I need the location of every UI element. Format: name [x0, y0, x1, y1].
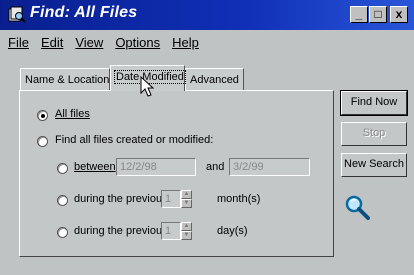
previous-days-label: during the previous: [74, 225, 168, 237]
new-search-button[interactable]: New Search: [341, 153, 407, 177]
between-start-field[interactable]: 12/2/98: [116, 158, 196, 176]
spin-up-icon[interactable]: ▲: [181, 222, 192, 231]
find-created-modified-label: Find all files created or modified:: [55, 134, 214, 146]
menu-bar: File Edit View Options Help: [0, 31, 414, 53]
radio-find-created-modified[interactable]: [37, 136, 48, 147]
days-field[interactable]: 1: [161, 222, 181, 240]
menu-file[interactable]: File: [8, 31, 29, 53]
find-now-button[interactable]: Find Now: [340, 90, 408, 116]
minimize-button[interactable]: _: [350, 6, 368, 23]
all-files-label: All files: [55, 108, 90, 120]
menu-options[interactable]: Options: [115, 31, 160, 53]
mouse-pointer-icon: [140, 76, 155, 97]
close-button[interactable]: x: [390, 6, 408, 23]
tab-name-location[interactable]: Name & Location: [20, 68, 110, 91]
radio-previous-days[interactable]: [57, 227, 68, 238]
between-end-field[interactable]: 3/2/99: [229, 158, 310, 176]
days-unit-label: day(s): [217, 225, 248, 237]
days-spinner[interactable]: ▲ ▼: [181, 222, 192, 240]
radio-all-files[interactable]: [37, 110, 48, 121]
find-files-icon: [8, 6, 26, 23]
spin-down-icon[interactable]: ▼: [181, 231, 192, 240]
menu-edit[interactable]: Edit: [41, 31, 63, 53]
date-modified-panel: All files Find all files created or modi…: [19, 90, 334, 257]
months-unit-label: month(s): [217, 193, 261, 205]
menu-view[interactable]: View: [75, 31, 103, 53]
and-label: and: [206, 161, 225, 173]
maximize-button[interactable]: □: [369, 6, 387, 23]
menu-help[interactable]: Help: [172, 31, 199, 53]
title-bar: Find: All Files _ □ x: [0, 0, 414, 30]
between-label: between: [74, 161, 116, 173]
window-title: Find: All Files: [30, 4, 138, 21]
previous-months-label: during the previous: [74, 193, 168, 205]
months-field[interactable]: 1: [161, 190, 181, 208]
tab-advanced[interactable]: Advanced: [185, 68, 244, 91]
magnifier-icon: [345, 195, 370, 220]
radio-previous-months[interactable]: [57, 195, 68, 206]
stop-button[interactable]: Stop: [341, 122, 407, 146]
months-spinner[interactable]: ▲ ▼: [181, 190, 192, 208]
radio-between[interactable]: [57, 163, 68, 174]
spin-down-icon[interactable]: ▼: [181, 199, 192, 208]
spin-up-icon[interactable]: ▲: [181, 190, 192, 199]
